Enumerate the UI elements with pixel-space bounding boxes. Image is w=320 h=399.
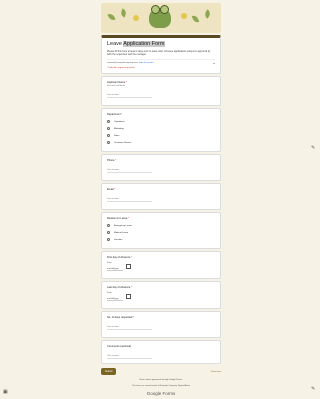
question-subtitle: First and Last Name [107, 85, 126, 87]
question-label: Comments (optional) [107, 345, 132, 348]
account-email: contact@examplecompany.com [107, 62, 138, 64]
radio-button[interactable] [107, 231, 110, 234]
radio-button[interactable] [107, 134, 110, 137]
question-phone: Phone * Your answer [101, 154, 221, 181]
radio-button[interactable] [107, 141, 110, 144]
question-label: Last day of Absence * [107, 286, 133, 289]
leaf-decoration [119, 8, 128, 18]
form-title-card: Leave Application Form Please fill this … [101, 35, 221, 74]
form-footer: Submit Clear form [101, 368, 221, 375]
applicant-name-input[interactable]: Your answer [107, 94, 152, 98]
question-label: Applicant Name * [107, 81, 128, 84]
question-first-day: First day of Absence * Date mm/dd/yyyy [101, 251, 221, 279]
radio-button[interactable] [107, 238, 110, 241]
first-day-date-input[interactable]: mm/dd/yyyy [107, 268, 123, 271]
department-option[interactable]: Marketing [107, 127, 215, 130]
switch-account-link[interactable]: Switch account [139, 62, 154, 64]
calendar-icon[interactable] [126, 294, 131, 299]
days-requested-input[interactable]: Your answer [107, 326, 152, 330]
date-field: Date mm/dd/yyyy [107, 292, 215, 301]
flower-decoration [133, 15, 139, 21]
question-label: No. of days requested * [107, 316, 135, 319]
submit-button[interactable]: Submit [101, 368, 117, 375]
date-field: Date mm/dd/yyyy [107, 262, 215, 271]
question-label: Department * [107, 113, 123, 116]
leaf-decoration [191, 14, 200, 24]
department-option[interactable]: Sales [107, 134, 215, 137]
leaf-decoration [203, 9, 212, 19]
question-reason: Reason for Leave * Emergency Leave Medic… [101, 212, 221, 249]
reason-option[interactable]: Medical Leave [107, 231, 215, 234]
question-days-requested: No. of days requested * Your answer [101, 311, 221, 338]
leaf-decoration [107, 12, 116, 22]
question-email: Email * Your answer [101, 183, 221, 210]
edit-icon[interactable]: ✎ [311, 386, 315, 392]
comments-input[interactable]: Your answer [107, 355, 152, 359]
clear-form-button[interactable]: Clear form [211, 371, 221, 373]
cloud-off-icon: ☁ [212, 63, 215, 65]
department-option[interactable]: Operations [107, 120, 215, 123]
radio-button[interactable] [107, 224, 110, 227]
question-label: Reason for Leave * [107, 217, 130, 220]
google-forms-logo: Google Forms [146, 391, 176, 396]
question-last-day: Last day of Absence * Date mm/dd/yyyy [101, 281, 221, 309]
question-applicant: Applicant Name * First and Last Name You… [101, 76, 221, 106]
last-day-date-input[interactable]: mm/dd/yyyy [107, 298, 123, 301]
form-description: Please fill this form at least 2 days pr… [107, 50, 211, 56]
form-container: Leave Application Form Please fill this … [101, 3, 221, 396]
account-row: contact@examplecompany.com Switch accoun… [107, 59, 215, 65]
radio-button[interactable] [107, 127, 110, 130]
radio-button[interactable] [107, 120, 110, 123]
password-warning: Never submit passwords through Google Fo… [139, 379, 183, 381]
terms-note: This form was created inside of Example … [131, 385, 191, 387]
required-note: * Indicates required question [107, 67, 135, 69]
question-department: Department * Operations Marketing Sales … [101, 108, 221, 152]
frog-illustration [149, 5, 171, 28]
question-label: Email * [107, 188, 116, 191]
question-label: First day of Absence * [107, 256, 133, 259]
form-header-banner [101, 3, 221, 33]
edit-icon[interactable]: ✎ [311, 145, 315, 151]
keyboard-icon[interactable]: ▣ [3, 389, 8, 395]
phone-input[interactable]: Your answer [107, 169, 152, 173]
flower-decoration [181, 13, 187, 19]
question-comments: Comments (optional) Your answer [101, 340, 221, 364]
form-title: Leave Application Form [107, 41, 165, 47]
department-option[interactable]: Customer Service [107, 141, 215, 144]
reason-option[interactable]: Vacation [107, 238, 215, 241]
email-input[interactable]: Your answer [107, 198, 152, 202]
calendar-icon[interactable] [126, 264, 131, 269]
reason-option[interactable]: Emergency Leave [107, 224, 215, 227]
question-label: Phone * [107, 159, 117, 162]
